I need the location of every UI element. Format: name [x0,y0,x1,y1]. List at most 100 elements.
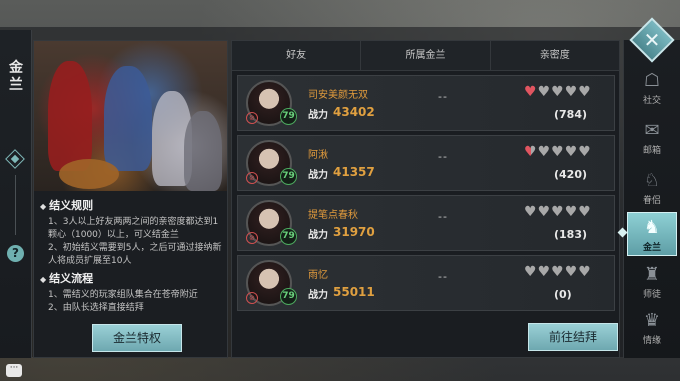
power-label: 战力 [308,290,328,301]
level-badge: 79 [280,108,297,125]
level-badge: 79 [280,168,297,185]
heart-icon: ♥ [537,144,552,160]
friend-rows: ⊘ 79 司安美颜无双 战力 43402 -- ♥♥♥♥♥ (784) ⊘ 79 阿湫 战力 41357… [237,75,615,315]
intimacy-hearts: ♥♥♥♥♥ [524,84,592,100]
table-row[interactable]: ⊘ 79 提笔点春秋 战力 31970 -- ♥♥♥♥♥ (183) [237,195,615,251]
nav-item-0[interactable]: ☖ 社交 [627,66,677,110]
table-row[interactable]: ⊘ 79 司安美颜无双 战力 43402 -- ♥♥♥♥♥ (784) [237,75,615,131]
jinlan-value: -- [438,90,448,103]
nav-item-2[interactable]: ♘ 眷侣 [627,166,677,210]
close-icon: ✕ [643,28,661,52]
diamond-ornament-icon [5,149,25,169]
nav-label: 情缘 [642,336,661,346]
jinlan-value: -- [438,270,448,283]
power-label: 战力 [308,170,328,181]
chat-bubble-icon: ☖ [643,70,661,91]
intimacy-hearts: ♥♥♥♥♥ [524,264,592,280]
heart-icon: ♥ [578,144,592,160]
rules-heading: 结义规则 [40,197,224,213]
header-intimacy: 亲密度 [539,50,570,61]
power-label: 战力 [308,110,328,121]
heart-icon: ♥ [564,264,579,280]
heart-icon: ♥ [564,204,579,220]
intimacy-value: (0) [554,288,572,301]
left-title-tab: 金兰 ? [0,30,32,358]
process-line: 1、需结义的玩家组队集合在苍帝附近 [48,290,198,300]
level-badge: 79 [280,288,297,305]
privilege-button[interactable]: 金兰特权 [92,324,182,352]
nav-label: 邮箱 [642,146,661,156]
heart-icon: ♥ [524,264,538,280]
character-figure [184,111,222,191]
heart-icon: ♥ [551,144,565,160]
prohibit-icon: ⊘ [246,172,258,184]
friend-name: 提笔点春秋 [308,210,358,221]
nav-label: 师徒 [642,290,661,300]
nav-label: 社交 [642,96,661,106]
prohibit-icon: ⊘ [246,232,258,244]
process-heading: 结义流程 [40,270,224,286]
rules-text: 结义规则 1、3人以上好友两两之间的亲密度都达到1颗心（1000）以上，可义结金… [40,195,224,315]
friend-list-panel: 好友 所属金兰 亲密度 ⊘ 79 司安美颜无双 战力 43402 -- ♥♥♥♥♥ (784)… [231,40,620,358]
intimacy-hearts: ♥♥♥♥♥ [524,204,592,220]
heart-icon: ♥ [537,204,552,220]
jinlan-value: -- [438,150,448,163]
heart-icon: ♥ [537,264,552,280]
heart-icon: ♥ [524,84,538,100]
wine-jar [59,159,119,189]
heart-icon: ♥ [578,84,592,100]
heart-icon: ♥ [551,204,565,220]
goto-sworn-button[interactable]: 前往结拜 [528,323,618,351]
chat-button[interactable]: ··· [6,364,22,377]
power-label: 战力 [308,230,328,241]
friend-name: 阿湫 [308,150,328,161]
process-line: 2、由队长选择直接结拜 [48,303,144,313]
nav-label: 金兰 [642,243,661,253]
table-row[interactable]: ⊘ 79 雨忆 战力 55011 -- ♥♥♥♥♥ (0) [237,255,615,311]
friend-name: 雨忆 [308,270,328,281]
mail-scroll-icon: ✉ [644,120,660,141]
heart-icon: ♥ [578,264,592,280]
rule-line: 1、3人以上好友两两之间的亲密度都达到1颗心（1000）以上，可义结金兰 [48,217,219,240]
heart-icon: ♥ [564,84,579,100]
couple-icon: ♘ [643,170,661,191]
prohibit-icon: ⊘ [246,292,258,304]
banner-artwork [34,41,227,191]
nav-label: 眷侣 [642,196,661,206]
master-apprentice-icon: ♜ [643,264,661,285]
heart-icon: ♥ [524,144,538,160]
intimacy-value: (784) [554,108,588,121]
heart-icon: ♥ [551,264,565,280]
nav-item-5[interactable]: ♛ 情缘 [627,306,677,350]
heart-icon: ♥ [564,144,579,160]
intimacy-hearts: ♥♥♥♥♥ [524,144,592,160]
rule-line: 2、初始结义需要到5人，之后可通过接纳新人将成员扩展至10人 [48,243,222,266]
heart-icon: ♥ [551,84,565,100]
sworn-brothers-icon: ♞ [643,217,661,238]
friend-name: 司安美颜无双 [308,90,368,101]
table-header: 好友 所属金兰 亲密度 [232,41,619,71]
nav-item-3[interactable]: ♞ 金兰 [627,212,677,256]
jinlan-value: -- [438,210,448,223]
rules-panel: 结义规则 1、3人以上好友两两之间的亲密度都达到1颗心（1000）以上，可义结金… [33,40,228,358]
header-jinlan: 所属金兰 [361,41,491,70]
power-value: 43402 [333,105,375,119]
intimacy-value: (420) [554,168,588,181]
power-value: 41357 [333,165,375,179]
nav-item-4[interactable]: ♜ 师徒 [627,260,677,304]
heart-icon: ♥ [578,204,592,220]
help-icon[interactable]: ? [7,245,24,262]
power-value: 55011 [333,285,375,299]
heart-icon: ♥ [537,84,552,100]
character-figure [48,61,92,171]
prohibit-icon: ⊘ [246,112,258,124]
level-badge: 79 [280,228,297,245]
intimacy-value: (183) [554,228,588,241]
table-row[interactable]: ⊘ 79 阿湫 战力 41357 -- ♥♥♥♥♥ (420) [237,135,615,191]
header-friend: 好友 [232,41,362,70]
divider [15,175,16,235]
nav-item-1[interactable]: ✉ 邮箱 [627,116,677,160]
page-title: 金兰 [9,60,23,93]
bond-icon: ♛ [643,310,661,331]
heart-icon: ♥ [524,204,538,220]
